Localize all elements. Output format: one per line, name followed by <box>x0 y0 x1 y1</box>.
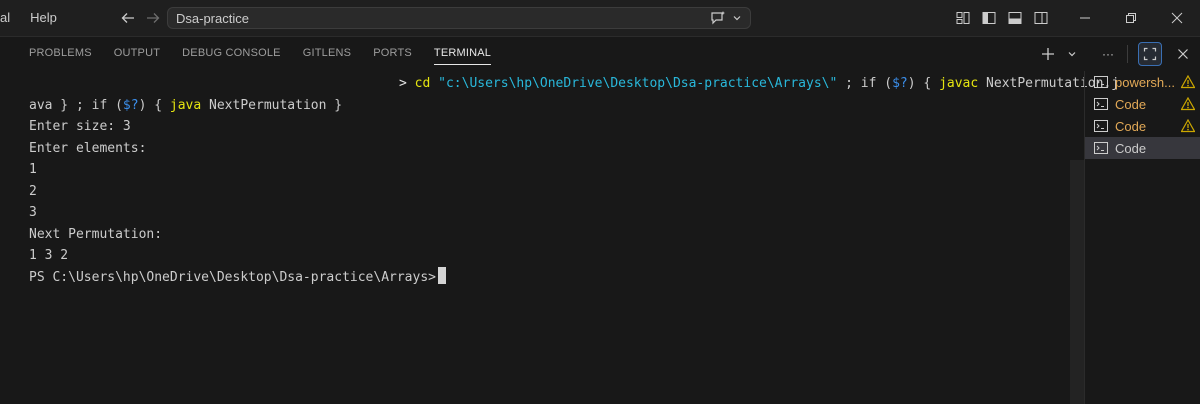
tab-terminal[interactable]: TERMINAL <box>423 37 502 71</box>
terminal-list-item-code[interactable]: Code <box>1085 115 1200 137</box>
toggle-panel-icon[interactable] <box>1002 5 1028 31</box>
toggle-secondary-sidebar-icon[interactable] <box>1028 5 1054 31</box>
customize-layout-icon[interactable] <box>950 5 976 31</box>
prompt-text: PS C:\Users\hp\OneDrive\Desktop\Dsa-prac… <box>29 269 436 285</box>
cmd-cd: cd <box>414 76 439 91</box>
menu-terminal[interactable]: al <box>0 0 20 36</box>
tab-debug-console[interactable]: DEBUG CONSOLE <box>171 37 292 71</box>
terminal-cursor <box>438 266 446 284</box>
copilot-icon <box>711 11 725 25</box>
tab-gitlens[interactable]: GITLENS <box>292 37 362 71</box>
terminal-list-item-code-active[interactable]: Code <box>1085 137 1200 159</box>
cmd-path: "c:\Users\hp\OneDrive\Desktop\Dsa-practi… <box>438 76 838 91</box>
panel-tabs: PROBLEMS OUTPUT DEBUG CONSOLE GITLENS PO… <box>0 37 502 71</box>
terminal-list-label: Code <box>1115 96 1147 112</box>
terminal-output-line: Next Permutation: <box>29 226 163 242</box>
terminal-icon <box>1093 118 1109 134</box>
terminal-list-label: Code <box>1115 118 1147 134</box>
terminal-prompt-line: PS C:\Users\hp\OneDrive\Desktop\Dsa-prac… <box>29 266 446 289</box>
new-terminal-icon[interactable] <box>1037 42 1059 66</box>
cmd-segment: ) { <box>907 76 940 91</box>
terminal-icon <box>1093 96 1109 112</box>
close-window-icon[interactable] <box>1154 0 1200 36</box>
terminal-output-line: Enter size: 3 <box>29 119 131 134</box>
panel-header: PROBLEMS OUTPUT DEBUG CONSOLE GITLENS PO… <box>0 37 1200 71</box>
terminal-output-line: 1 <box>29 162 37 177</box>
terminal-output[interactable]: > cd "c:\Users\hp\OneDrive\Desktop\Dsa-p… <box>0 71 1119 404</box>
tab-ports[interactable]: PORTS <box>362 37 423 71</box>
warning-icon <box>1180 96 1196 112</box>
cmd-segment: ava } ; if ( <box>29 97 123 113</box>
toggle-primary-sidebar-icon[interactable] <box>976 5 1002 31</box>
cmd-segment: ; if ( <box>837 76 893 91</box>
tab-output[interactable]: OUTPUT <box>103 37 171 71</box>
terminal-dropdown-icon[interactable] <box>1061 42 1083 66</box>
terminal-icon <box>1093 74 1109 90</box>
cmd-segment: ) { <box>138 97 170 113</box>
warning-icon <box>1180 74 1196 90</box>
terminal-output-line: 3 <box>29 205 37 220</box>
forward-arrow-icon[interactable] <box>143 8 163 28</box>
terminal-output-line: Enter elements: <box>29 140 147 156</box>
cmd-javac: javac <box>939 76 979 91</box>
terminal-icon <box>1093 140 1109 156</box>
minimize-icon[interactable] <box>1062 0 1108 36</box>
panel-actions-separator <box>1127 45 1128 63</box>
warning-icon <box>1180 118 1196 134</box>
terminal-command-line: > cd "c:\Users\hp\OneDrive\Desktop\Dsa-p… <box>399 73 1119 95</box>
panel-actions: ··· <box>1037 37 1196 71</box>
command-center-text: Dsa-practice <box>176 10 249 26</box>
command-center-search[interactable]: Dsa-practice <box>167 7 751 29</box>
terminal-list-label: Code <box>1115 140 1147 156</box>
terminal-tabs-list: powersh... Code Code Code <box>1084 71 1200 404</box>
copilot-button[interactable] <box>710 10 750 26</box>
restore-icon[interactable] <box>1108 0 1154 36</box>
terminal-scrollbar[interactable] <box>1070 160 1084 404</box>
terminal-list-item-powershell[interactable]: powersh... <box>1085 71 1200 93</box>
chevron-down-icon <box>733 16 741 21</box>
cmd-var: $? <box>122 97 139 113</box>
terminal-command-wrap-line: ava } ; if ($?) { java NextPermutation } <box>29 95 342 117</box>
terminal-list-item-code[interactable]: Code <box>1085 93 1200 115</box>
title-actions <box>950 0 1200 36</box>
cmd-segment: NextPermutation } <box>201 97 343 113</box>
terminal-list-label: powersh... <box>1115 74 1175 90</box>
title-bar: al Help Dsa-practice <box>0 0 1200 36</box>
back-arrow-icon[interactable] <box>118 8 138 28</box>
tab-problems[interactable]: PROBLEMS <box>18 37 103 71</box>
terminal-output-line: 2 <box>29 183 37 199</box>
maximize-panel-icon[interactable] <box>1138 42 1162 66</box>
prompt-symbol: > <box>399 76 415 91</box>
cmd-var: $? <box>892 76 908 91</box>
terminal-output-line: 1 3 2 <box>29 248 69 263</box>
close-panel-icon[interactable] <box>1170 42 1196 66</box>
menu-help[interactable]: Help <box>20 0 67 36</box>
cmd-java: java <box>169 97 202 113</box>
more-actions-icon[interactable]: ··· <box>1097 42 1119 66</box>
